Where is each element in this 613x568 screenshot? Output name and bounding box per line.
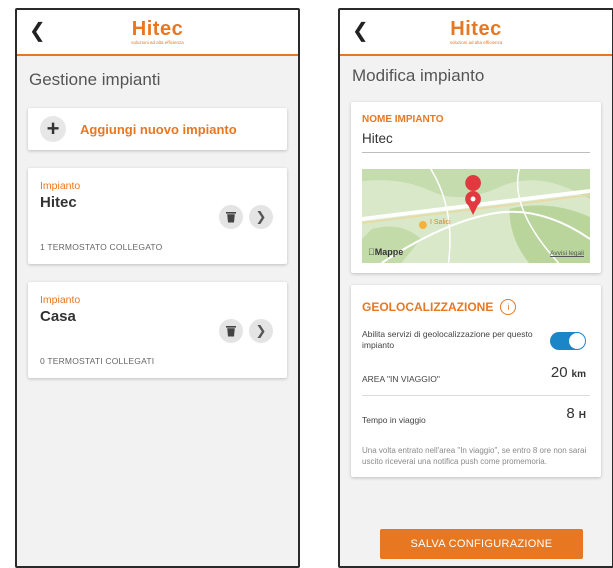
plant-card[interactable]: Impianto Hitec ❯ 1 TERMOSTATO COLLEGATO <box>28 168 287 264</box>
plus-icon: + <box>40 116 66 142</box>
travel-time-row[interactable]: Tempo in viaggio 8H <box>362 405 590 436</box>
delete-plant-button[interactable] <box>219 319 243 343</box>
add-plant-button[interactable]: + Aggiungi nuovo impianto <box>28 108 287 150</box>
geolocation-help-text: Una volta entrato nell'area "In viaggio"… <box>362 446 587 466</box>
logo-tagline: soluzioni ad alta efficienza <box>131 40 184 45</box>
back-chevron-icon[interactable]: ❮ <box>352 19 369 43</box>
back-chevron-icon[interactable]: ❮ <box>29 19 46 43</box>
plant-card[interactable]: Impianto Casa ❯ 0 TERMOSTATI COLLEGATI <box>28 282 287 378</box>
top-bar: ❮ Hitec soluzioni ad alta efficienza <box>340 10 612 56</box>
top-bar: ❮ Hitec soluzioni ad alta efficienza <box>17 10 298 56</box>
geolocation-toggle-row: Abilita servizi di geolocalizzazione per… <box>362 329 590 351</box>
toggle-knob <box>569 333 585 349</box>
save-configuration-button[interactable]: SALVA CONFIGURAZIONE <box>380 529 583 559</box>
travel-area-row[interactable]: AREA "IN VIAGGIO" 20 km <box>362 364 590 396</box>
travel-area-label: AREA "IN VIAGGIO" <box>362 374 440 384</box>
chevron-right-icon: ❯ <box>255 209 267 224</box>
plant-name-input[interactable]: Hitec <box>362 131 590 153</box>
travel-area-value[interactable]: 20 km <box>551 364 586 381</box>
page-title: Modifica impianto <box>352 66 485 85</box>
plant-kicker: Impianto <box>40 180 81 192</box>
plant-status: 1 TERMOSTATO COLLEGATO <box>40 242 163 252</box>
hitec-logo: Hitec soluzioni ad alta efficienza <box>131 19 183 45</box>
travel-time-label: Tempo in viaggio <box>362 415 426 425</box>
trash-icon <box>226 326 236 337</box>
open-plant-button[interactable]: ❯ <box>249 205 273 229</box>
legal-notice-link[interactable]: Avvisi legali <box>550 250 584 257</box>
plant-name-label: NOME IMPIANTO <box>362 114 444 125</box>
hitec-logo: Hitec soluzioni ad alta efficienza <box>450 19 502 45</box>
plants-list-screen: ❮ Hitec soluzioni ad alta efficienza Ges… <box>15 8 300 568</box>
trash-icon <box>226 212 236 223</box>
geolocation-toggle[interactable] <box>550 332 586 350</box>
map-place-label: I Salici <box>430 219 451 226</box>
edit-plant-screen: ❮ Hitec soluzioni ad alta efficienza Mod… <box>338 8 613 568</box>
plant-status: 0 TERMOSTATI COLLEGATI <box>40 356 155 366</box>
geolocation-title: GEOLOCALIZZAZIONE <box>362 300 494 314</box>
plant-kicker: Impianto <box>40 294 81 306</box>
geolocation-toggle-label: Abilita servizi di geolocalizzazione per… <box>362 329 533 350</box>
add-plant-label: Aggiungi nuovo impianto <box>80 121 237 137</box>
info-icon[interactable]: i <box>500 299 517 315</box>
map-credit: Mappe <box>368 247 403 257</box>
logo-word: Hitec <box>450 18 502 40</box>
location-map[interactable]: I Salici Mappe Avvisi legali <box>362 169 590 263</box>
logo-word: Hitec <box>131 18 184 40</box>
travel-time-value[interactable]: 8H <box>566 405 586 422</box>
delete-plant-button[interactable] <box>219 205 243 229</box>
logo-tagline: soluzioni ad alta efficienza <box>449 40 503 45</box>
page-title: Gestione impianti <box>29 70 161 89</box>
geolocation-card: GEOLOCALIZZAZIONE i Abilita servizi di g… <box>351 285 601 477</box>
chevron-right-icon: ❯ <box>255 323 267 338</box>
plant-name-card: NOME IMPIANTO Hitec I Salici Mappe <box>351 102 601 273</box>
open-plant-button[interactable]: ❯ <box>249 319 273 343</box>
